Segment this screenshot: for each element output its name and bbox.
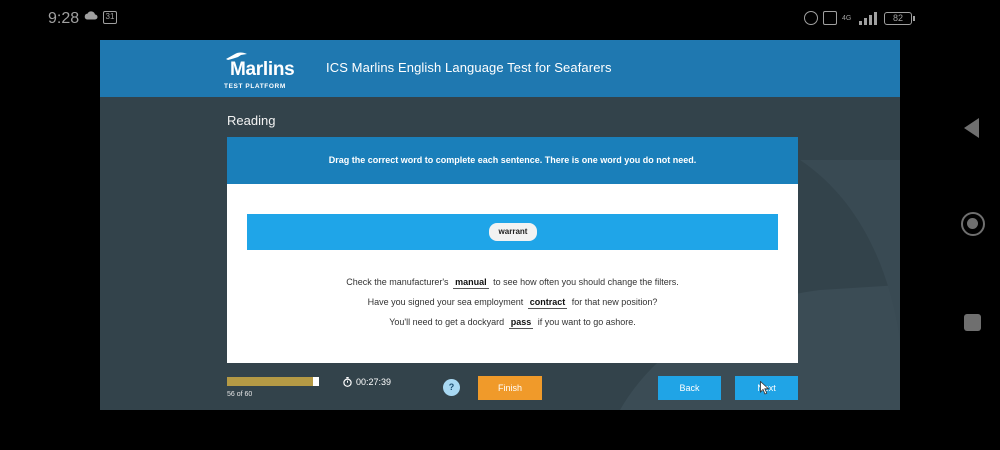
timer-value: 00:27:39	[356, 377, 392, 387]
timer: 00:27:39	[343, 377, 391, 387]
screen-record-icon	[823, 11, 837, 25]
logo-subtitle: TEST PLATFORM	[224, 83, 286, 90]
page-title: ICS Marlins English Language Test for Se…	[326, 60, 612, 75]
sentence-text: You'll need to get a dockyard	[389, 317, 505, 327]
cloud-icon	[84, 11, 98, 20]
sentence-2: Have you signed your sea employment cont…	[227, 297, 798, 309]
section-title: Reading	[227, 113, 276, 128]
alarm-icon	[804, 11, 818, 25]
sentence-text: if you want to go ashore.	[537, 317, 636, 327]
calendar-icon: 31	[103, 11, 117, 24]
battery-icon: 82	[884, 11, 915, 25]
stopwatch-icon	[343, 377, 352, 387]
word-bank: warrant	[247, 214, 778, 250]
logo-wordmark: Marlins	[230, 59, 295, 80]
android-home-icon[interactable]	[961, 212, 985, 236]
test-app: Marlins TEST PLATFORM ICS Marlins Englis…	[100, 40, 900, 410]
sentence-text: to see how often you should change the f…	[493, 277, 679, 287]
question-card: Drag the correct word to complete each s…	[227, 137, 798, 363]
network-type: 4G	[842, 14, 852, 22]
answer-drop-slot[interactable]: manual	[453, 277, 489, 289]
android-recents-icon[interactable]	[964, 314, 981, 331]
sentence-text: Have you signed your sea employment	[367, 297, 524, 307]
answer-drop-slot[interactable]: pass	[508, 317, 534, 329]
instruction-text: Drag the correct word to complete each s…	[328, 155, 697, 165]
draggable-word-chip[interactable]: warrant	[489, 223, 537, 241]
sentence-text: for that new position?	[571, 297, 658, 307]
mouse-cursor-icon	[760, 381, 770, 395]
progress-fill	[227, 377, 313, 386]
marlins-logo: Marlins TEST PLATFORM	[224, 50, 304, 90]
signal-icon	[859, 11, 879, 25]
sentence-3: You'll need to get a dockyard pass if yo…	[227, 317, 798, 329]
sentence-text: Check the manufacturer's	[346, 277, 449, 287]
progress-label: 56 of 60	[227, 391, 253, 398]
status-bar: 9:28 31 4G 82	[0, 0, 1000, 38]
back-button[interactable]: Back	[658, 376, 721, 400]
app-header: Marlins TEST PLATFORM ICS Marlins Englis…	[100, 40, 900, 97]
finish-button[interactable]: Finish	[478, 376, 542, 400]
progress-bar	[227, 377, 319, 386]
sentence-1: Check the manufacturer's manual to see h…	[227, 277, 798, 289]
android-back-icon[interactable]	[964, 118, 979, 138]
answer-drop-slot[interactable]: contract	[527, 297, 568, 309]
instruction-banner: Drag the correct word to complete each s…	[227, 137, 798, 184]
status-time: 9:28	[48, 10, 80, 27]
help-button[interactable]: ?	[443, 379, 460, 396]
